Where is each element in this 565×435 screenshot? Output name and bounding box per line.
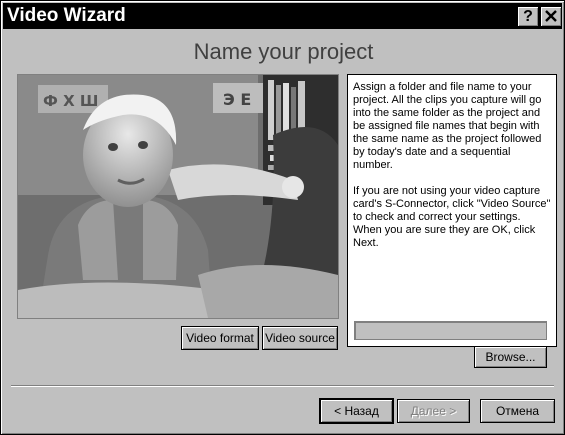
- video-source-button[interactable]: Video source: [262, 326, 338, 350]
- footer-divider: [11, 385, 554, 387]
- info-paragraph-2: If you are not using your video capture …: [353, 185, 551, 249]
- back-label: < Назад: [334, 404, 379, 418]
- info-panel: Assign a folder and file name to your pr…: [347, 74, 557, 368]
- back-button[interactable]: < Назад: [319, 398, 394, 424]
- title-bar[interactable]: Video Wizard ?: [3, 3, 562, 29]
- help-button[interactable]: ?: [517, 6, 539, 27]
- svg-text:Э Е: Э Е: [223, 90, 251, 109]
- video-format-button[interactable]: Video format: [181, 326, 259, 350]
- project-path-field[interactable]: [354, 321, 547, 340]
- info-text: Assign a folder and file name to your pr…: [353, 81, 551, 263]
- close-icon: [545, 10, 557, 22]
- browse-button[interactable]: Browse...: [474, 346, 547, 368]
- window-title: Video Wizard: [7, 5, 126, 26]
- video-wizard-dialog: Video Wizard ? Name your project Ф Х Ш Э: [0, 0, 565, 435]
- video-source-label: Video source: [265, 331, 335, 345]
- page-title: Name your project: [193, 39, 374, 64]
- browse-label: Browse...: [485, 350, 536, 364]
- info-paragraph-1: Assign a folder and file name to your pr…: [353, 81, 542, 171]
- next-label: Далее >: [410, 404, 457, 418]
- close-button[interactable]: [540, 6, 562, 27]
- video-preview: Ф Х Ш Э Е: [17, 74, 339, 319]
- next-button[interactable]: Далее >: [397, 399, 470, 423]
- svg-text:Ф Х Ш: Ф Х Ш: [43, 92, 98, 110]
- cancel-label: Отмена: [495, 404, 540, 418]
- cancel-button[interactable]: Отмена: [480, 399, 555, 423]
- video-preview-image: Ф Х Ш Э Е: [18, 75, 338, 318]
- video-format-label: Video format: [186, 331, 254, 345]
